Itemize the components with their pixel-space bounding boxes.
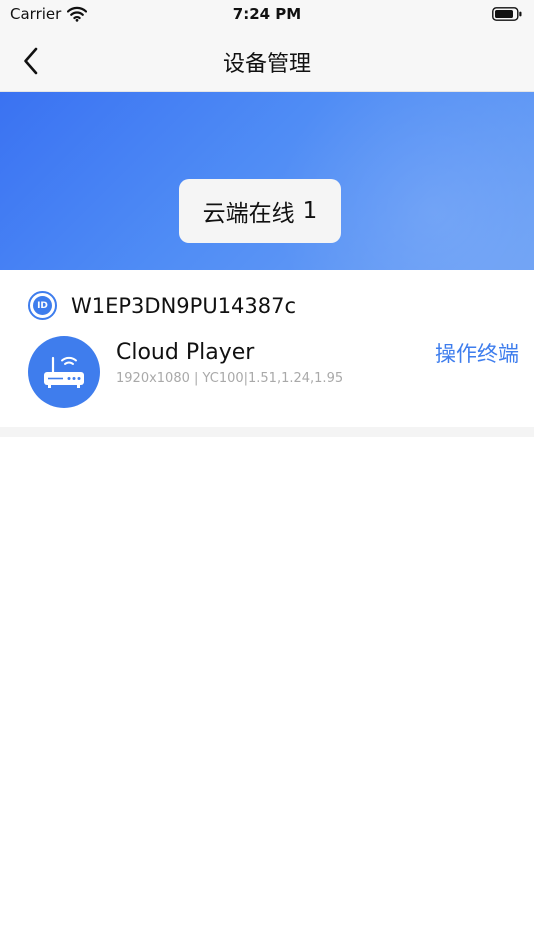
online-count: 1	[302, 198, 318, 224]
device-id-row: ID W1EP3DN9PU14387c	[28, 291, 296, 320]
id-icon: ID	[28, 291, 57, 320]
status-left: Carrier	[10, 5, 88, 23]
device-id: W1EP3DN9PU14387c	[71, 293, 297, 318]
device-management-screen: Carrier 7:24 PM 设备管理 云端在线 1 ID W1EP3DN9P…	[0, 0, 534, 950]
online-label: 云端在线	[202, 201, 295, 227]
status-bar: Carrier 7:24 PM	[0, 0, 534, 28]
page-title: 设备管理	[222, 52, 311, 77]
wifi-icon	[67, 6, 88, 22]
device-name: Cloud Player	[116, 340, 255, 365]
online-count-badge: 云端在线 1	[179, 179, 341, 243]
router-icon	[44, 356, 84, 388]
id-icon-label: ID	[33, 296, 52, 315]
carrier-label: Carrier	[10, 5, 62, 23]
nav-bar: 设备管理	[0, 28, 534, 92]
battery-icon	[492, 7, 522, 21]
device-row: Cloud Player 1920x1080 | YC100|1.51,1.24…	[28, 336, 534, 408]
back-button[interactable]	[14, 44, 48, 78]
section-divider	[0, 427, 534, 437]
cloud-status-banner: 云端在线 1	[0, 92, 534, 270]
operate-terminal-button[interactable]: 操作终端	[435, 338, 519, 368]
chevron-left-icon	[24, 47, 38, 75]
device-spec: 1920x1080 | YC100|1.51,1.24,1.95	[116, 371, 344, 386]
device-card: ID W1EP3DN9PU14387c Cloud Player 1920x10…	[0, 270, 534, 427]
device-avatar	[28, 336, 100, 408]
